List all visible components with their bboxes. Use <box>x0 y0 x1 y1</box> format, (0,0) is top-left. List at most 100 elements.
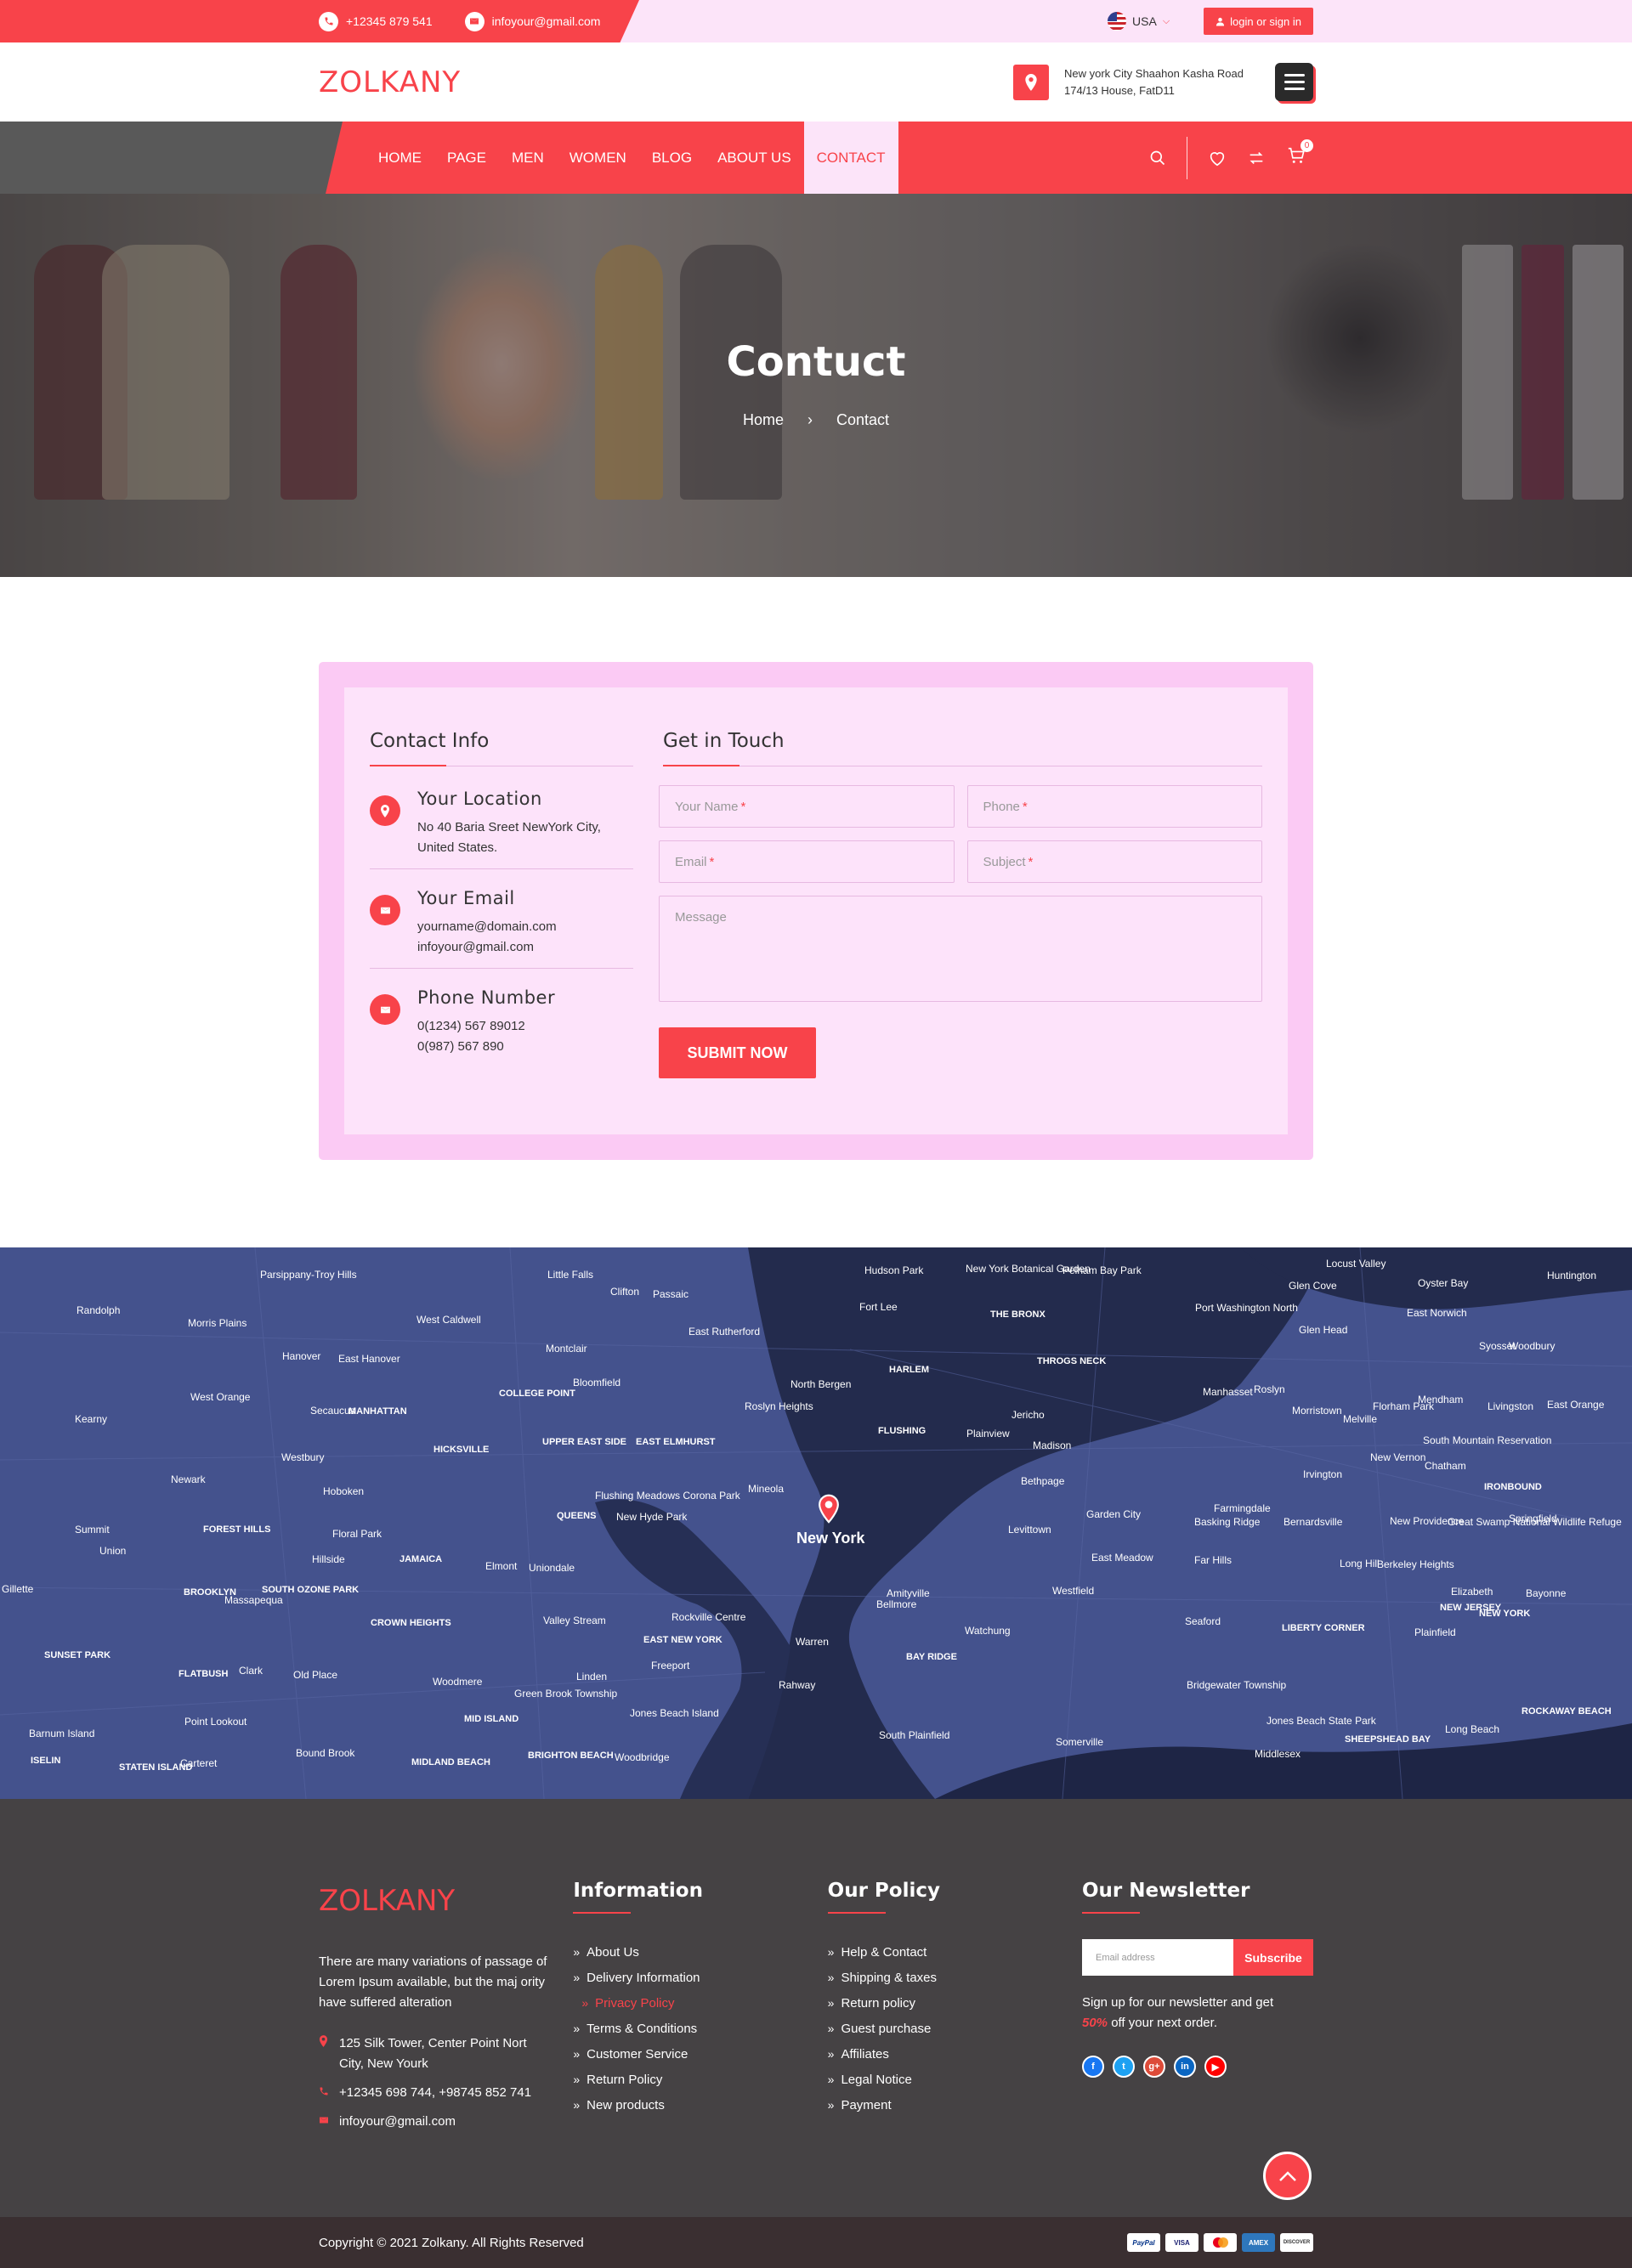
double-chevron-icon: » <box>573 2022 581 2035</box>
nav-women[interactable]: WOMEN <box>557 122 639 194</box>
phone-line2[interactable]: 0(987) 567 890 <box>417 1037 555 1057</box>
contact-section: Contact Info Your Location No 40 Baria S… <box>0 577 1632 1247</box>
map-label: East Orange <box>1547 1399 1605 1411</box>
map-label: EAST NEW YORK <box>643 1635 722 1645</box>
map-label: Basking Ridge <box>1194 1516 1261 1528</box>
footer-link-terms[interactable]: » Terms & Conditions <box>573 2016 827 2041</box>
user-icon <box>1216 17 1225 26</box>
google-plus-icon[interactable]: g+ <box>1142 2056 1165 2078</box>
language-selector[interactable]: USA ⌵ <box>1108 12 1170 31</box>
message-textarea[interactable]: Message <box>659 896 1262 1002</box>
footer-link-help[interactable]: » Help & Contact <box>828 1939 1082 1965</box>
breadcrumb-current: Contact <box>836 411 890 428</box>
breadcrumb-home[interactable]: Home <box>743 411 784 429</box>
footer-about-text: There are many variations of passage of … <box>319 1954 547 2010</box>
top-phone[interactable]: +12345 879 541 <box>319 11 433 31</box>
double-chevron-icon: » <box>827 1945 835 1959</box>
nav-contact[interactable]: CONTACT <box>803 122 898 194</box>
policy-heading: Our Policy <box>827 1880 1082 1914</box>
contact-info-heading: Contact Info <box>370 730 633 766</box>
phone-input[interactable]: Phone * <box>966 785 1262 828</box>
footer-logo[interactable]: ZOLKANY <box>319 1884 573 1918</box>
map-label: Hanover <box>282 1350 321 1362</box>
site-logo[interactable]: ZOLKANY <box>319 65 461 99</box>
double-chevron-icon: » <box>573 2098 581 2112</box>
map-label: Westfield <box>1052 1585 1095 1597</box>
footer-newsletter: Our Newsletter Email address Subscribe S… <box>1081 1880 1313 2141</box>
double-chevron-icon: » <box>573 1945 581 1959</box>
map-label: Morristown <box>1292 1405 1342 1417</box>
double-chevron-icon: » <box>573 2073 581 2086</box>
footer-link-payment[interactable]: » Payment <box>828 2092 1082 2118</box>
footer-link-customer-service[interactable]: » Customer Service <box>573 2041 827 2067</box>
map-label: Bayonne <box>1526 1587 1567 1599</box>
hamburger-menu-button[interactable] <box>1275 63 1313 101</box>
location-line2: United States. <box>417 840 498 855</box>
subscribe-button[interactable]: Subscribe <box>1232 1939 1313 1976</box>
map-label: Gillette <box>2 1583 34 1595</box>
footer-link-guest[interactable]: » Guest purchase <box>828 2016 1082 2041</box>
footer-email-text[interactable]: infoyour@gmail.com <box>339 2112 456 2132</box>
map-label: New Vernon <box>1370 1451 1426 1463</box>
nav-page[interactable]: PAGE <box>434 122 499 194</box>
heart-icon[interactable] <box>1208 149 1227 167</box>
location-map[interactable]: New York Parsippany-Troy Hills Little Fal… <box>0 1247 1632 1799</box>
cart-button[interactable]: 0 <box>1286 139 1313 169</box>
map-label: Bernardsville <box>1284 1516 1343 1528</box>
subject-input[interactable]: Subject * <box>966 840 1262 883</box>
footer-link-delivery[interactable]: » Delivery Information <box>573 1965 827 1990</box>
location-line1: No 40 Baria Sreet NewYork City, <box>417 820 601 834</box>
map-label: SHEEPSHEAD BAY <box>1345 1734 1431 1745</box>
footer-link-return[interactable]: » Return policy <box>828 1990 1082 2016</box>
top-email[interactable]: infoyour@gmail.com <box>464 11 600 31</box>
name-input[interactable]: Your Name * <box>659 785 955 828</box>
footer-link-privacy[interactable]: » Privacy Policy <box>573 1990 827 2016</box>
compare-icon[interactable] <box>1247 149 1266 167</box>
map-label: Pelham Bay Park <box>1062 1264 1142 1276</box>
map-label: Far Hills <box>1194 1554 1232 1566</box>
youtube-icon[interactable]: ▶ <box>1204 2056 1227 2078</box>
login-button[interactable]: login or sign in <box>1204 8 1313 35</box>
map-label: Rockville Centre <box>672 1611 746 1623</box>
email-input[interactable]: Email * <box>659 840 955 883</box>
map-label: East Rutherford <box>688 1326 761 1338</box>
newsletter-email-input[interactable]: Email address <box>1081 1939 1233 1976</box>
phone-line1[interactable]: 0(1234) 567 89012 <box>417 1016 555 1037</box>
map-label: Uniondale <box>529 1562 575 1574</box>
footer-link-affiliates[interactable]: » Affiliates <box>828 2041 1082 2067</box>
nav-home[interactable]: HOME <box>366 122 434 194</box>
search-icon[interactable] <box>1149 150 1166 167</box>
email-icon <box>370 895 400 925</box>
map-label: FLATBUSH <box>178 1669 229 1679</box>
map-label: North Bergen <box>790 1378 852 1390</box>
email-icon <box>319 2112 331 2132</box>
footer-link-shipping[interactable]: » Shipping & taxes <box>828 1965 1082 1990</box>
map-label: SUNSET PARK <box>44 1650 111 1660</box>
map-label: JAMAICA <box>400 1554 443 1564</box>
nav-men[interactable]: MEN <box>499 122 557 194</box>
email-line2[interactable]: infoyour@gmail.com <box>417 937 557 958</box>
mastercard-icon <box>1204 2233 1237 2252</box>
map-label: Madison <box>1033 1439 1072 1451</box>
contact-info: Contact Info Your Location No 40 Baria S… <box>370 730 633 1092</box>
payment-cards: PayPal VISA AMEX DISCOVER <box>1127 2233 1313 2252</box>
nav-blog[interactable]: BLOG <box>639 122 705 194</box>
scroll-to-top-button[interactable] <box>1263 2152 1312 2200</box>
map-label: Newark <box>171 1473 206 1485</box>
footer-link-new-products[interactable]: » New products <box>573 2092 827 2118</box>
map-label: MANHATTAN <box>348 1406 407 1417</box>
email-line1[interactable]: yourname@domain.com <box>417 917 557 937</box>
map-label: Summit <box>75 1524 110 1536</box>
footer-link-return-policy[interactable]: » Return Policy <box>573 2067 827 2092</box>
map-label: ROCKAWAY BEACH <box>1522 1706 1612 1717</box>
footer-link-legal[interactable]: » Legal Notice <box>828 2067 1082 2092</box>
footer-link-about-us[interactable]: » About Us <box>573 1939 827 1965</box>
linkedin-icon[interactable]: in <box>1173 2056 1196 2078</box>
nav-about-us[interactable]: ABOUT US <box>705 122 804 194</box>
submit-button[interactable]: SUBMIT NOW <box>659 1027 816 1078</box>
footer-address-line2: City, New Yourk <box>339 2056 428 2071</box>
facebook-icon[interactable]: f <box>1081 2056 1104 2078</box>
map-label: Massapequa <box>224 1594 283 1606</box>
twitter-icon[interactable]: t <box>1112 2056 1135 2078</box>
footer-phones[interactable]: +12345 698 744, +98745 852 741 <box>339 2083 531 2103</box>
